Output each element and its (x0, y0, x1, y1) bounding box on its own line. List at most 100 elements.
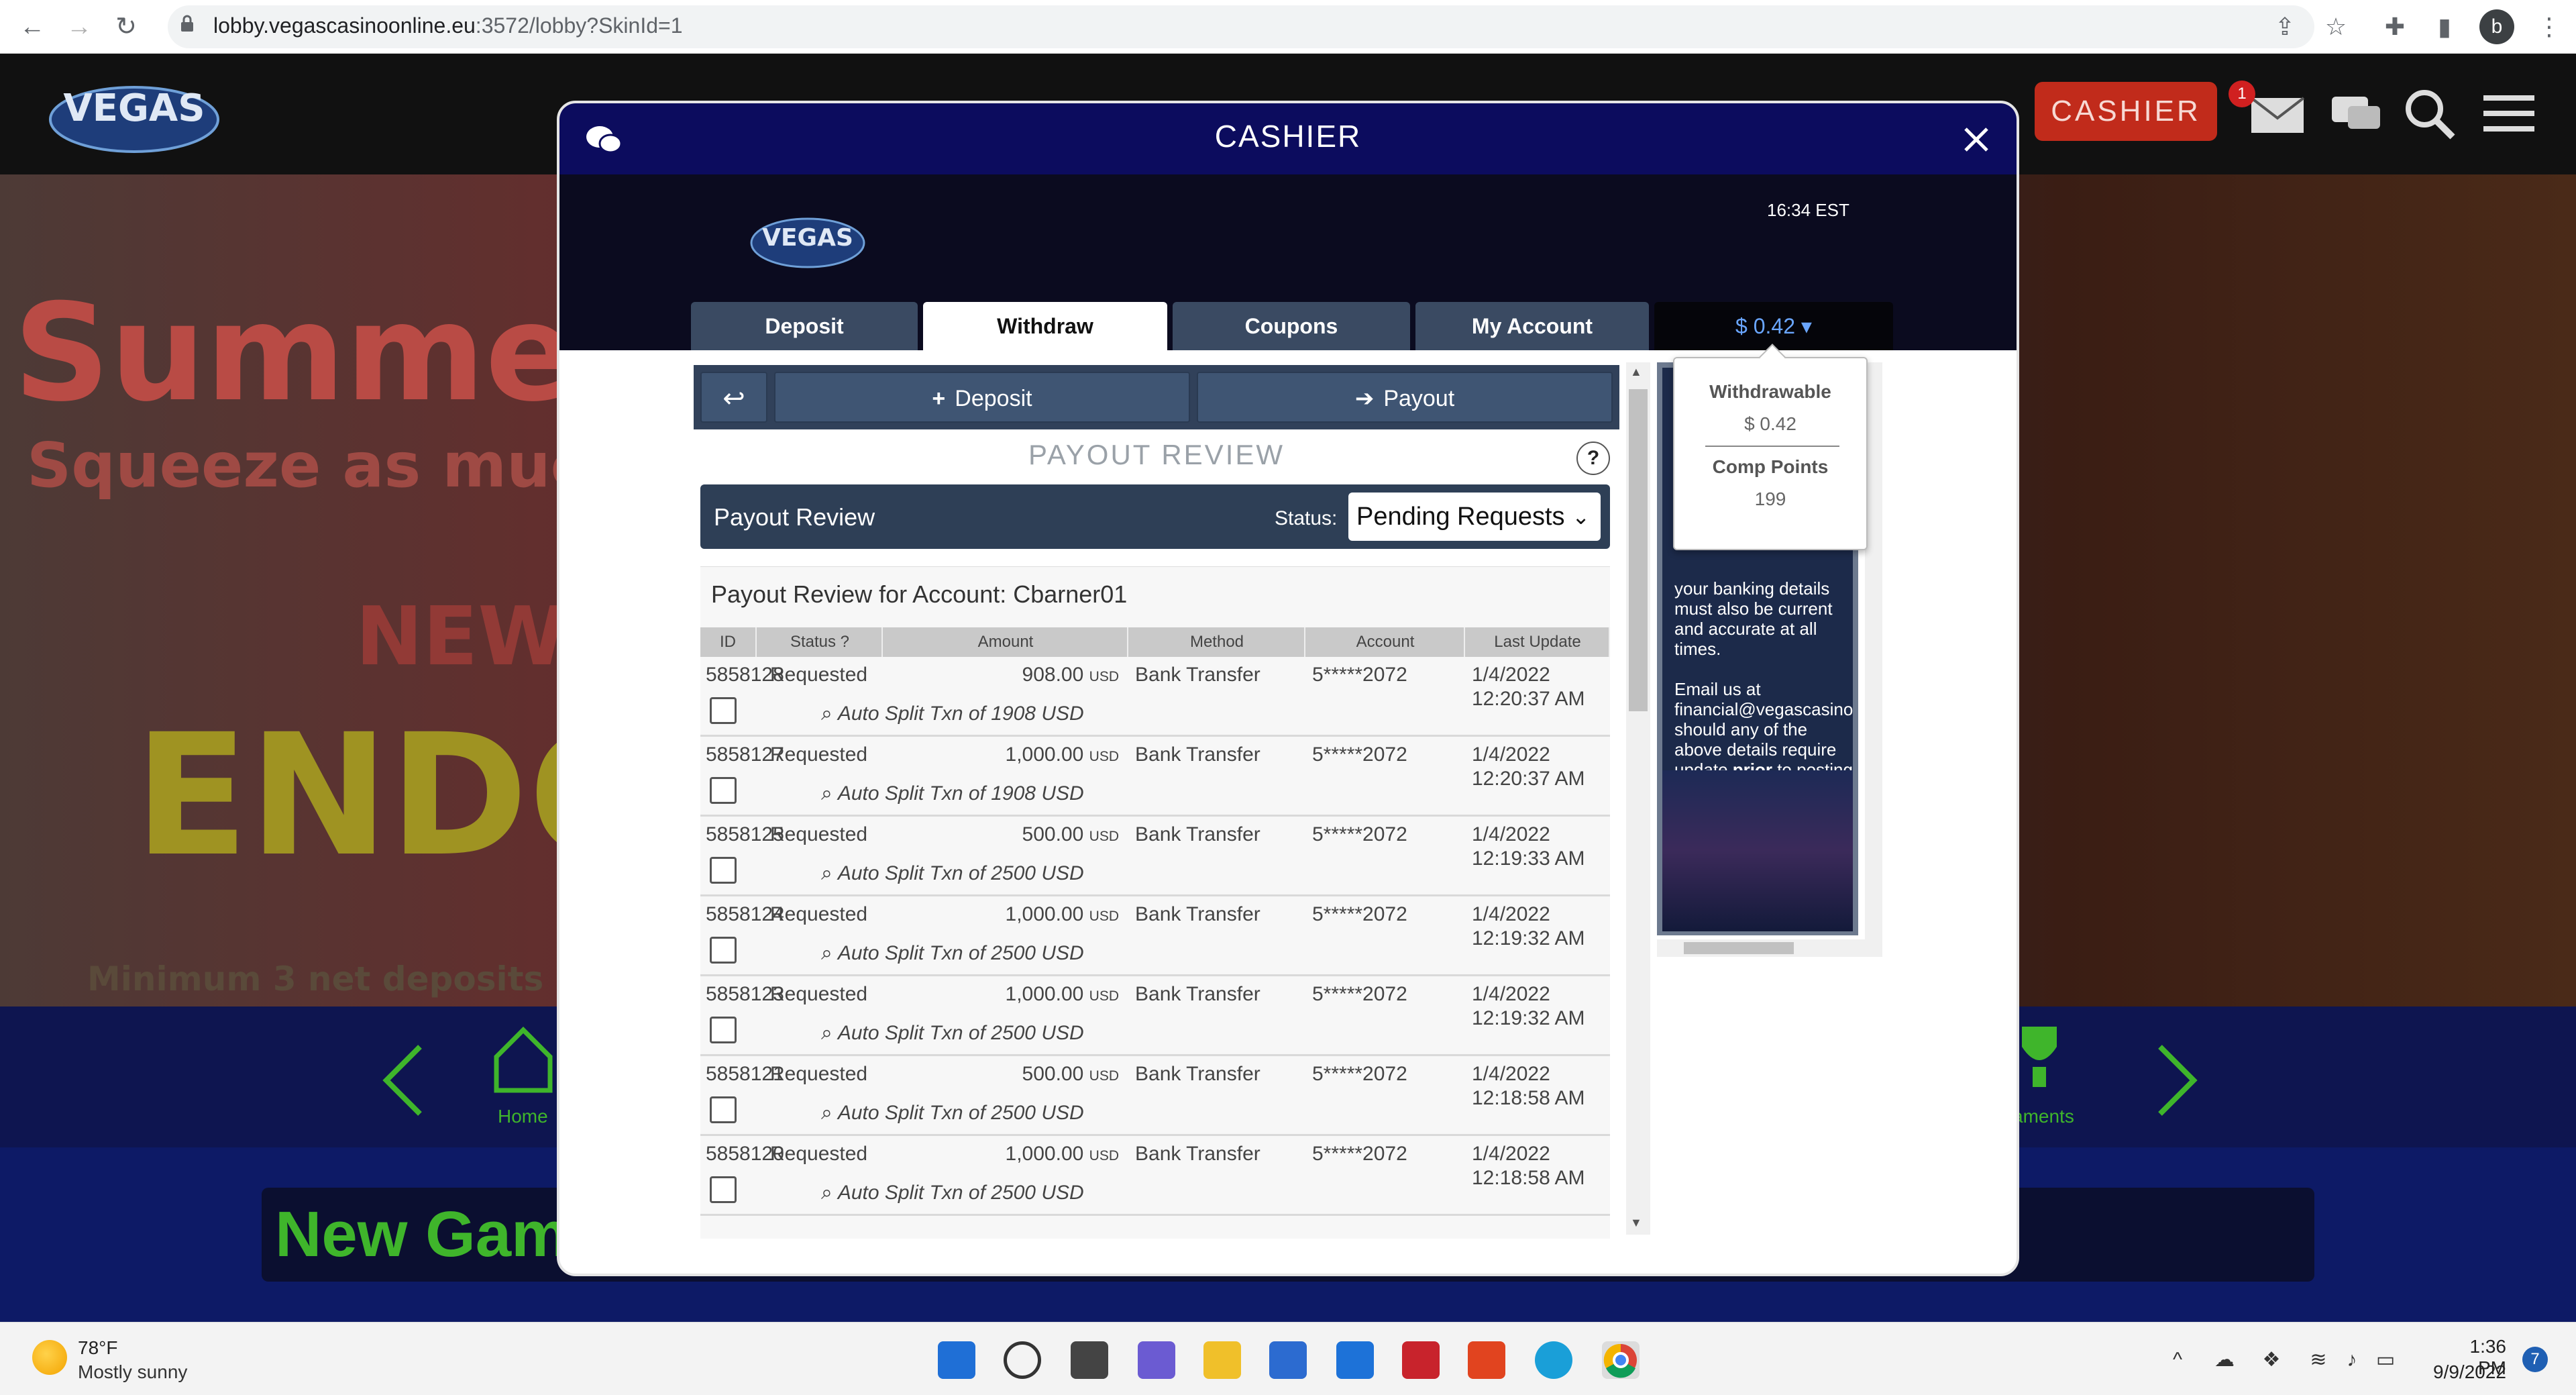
balance-dropdown[interactable]: $ 0.42 ▾ (1654, 302, 1893, 350)
edge-icon[interactable] (1535, 1341, 1572, 1379)
row-amount-value: 500.00 (1022, 823, 1084, 845)
caret-down-icon: ▾ (1801, 314, 1812, 338)
row-currency: USD (1089, 988, 1119, 1004)
col-id: ID (700, 627, 757, 657)
payout-action-bar: ↩ + Deposit ➔ Payout (694, 365, 1619, 429)
row-select-checkbox[interactable] (710, 857, 737, 884)
row-select-checkbox[interactable] (710, 1096, 737, 1123)
battery-icon[interactable]: ▭ (2372, 1347, 2399, 1374)
forward-icon[interactable]: → (63, 11, 95, 43)
magnifier-icon: ⌕ (821, 942, 833, 964)
row-time: 12:20:37 AM (1472, 688, 1585, 710)
table-row[interactable]: 5858121 Requested 500.00 USD Bank Transfer 5… (700, 1056, 1610, 1136)
row-currency: USD (1089, 829, 1119, 844)
row-account: 5*****2072 (1312, 664, 1407, 686)
weather-sun-icon[interactable] (32, 1340, 67, 1375)
back-icon[interactable]: ← (16, 11, 48, 43)
table-row[interactable]: 5858123 Requested 1,000.00 USD Bank Transfe… (700, 976, 1610, 1056)
file-explorer-icon[interactable] (1203, 1341, 1241, 1379)
row-status: Requested (770, 903, 868, 925)
table-scrollbar[interactable]: ▲ ▼ (1626, 362, 1650, 1235)
scrollbar-thumb[interactable] (1629, 389, 1648, 711)
row-select-checkbox[interactable] (710, 1017, 737, 1043)
info-panel-hscroll[interactable] (1657, 939, 1882, 957)
row-select-checkbox[interactable] (710, 937, 737, 964)
task-view-icon[interactable] (1071, 1341, 1108, 1379)
tray-chevron-up-icon[interactable]: ^ (2164, 1347, 2191, 1374)
tab-coupons[interactable]: Coupons (1173, 302, 1410, 350)
vegas-logo[interactable]: VEGAS (47, 74, 221, 161)
magnifier-icon: ⌕ (821, 1182, 833, 1204)
magnifier-icon: ⌕ (821, 782, 833, 805)
cashier-clock: 16:34 EST (1767, 200, 1849, 220)
bookmark-star-icon[interactable]: ☆ (2321, 12, 2351, 42)
chrome-icon[interactable] (1602, 1341, 1640, 1379)
table-row[interactable]: 5858128 Requested 908.00 USD Bank Transfer 5… (700, 657, 1610, 737)
hscroll-thumb[interactable] (1684, 942, 1794, 954)
lobby-cashier-button[interactable]: CASHIER (2035, 82, 2217, 141)
expressvpn-icon[interactable] (1402, 1341, 1440, 1379)
mail-app-icon[interactable] (1336, 1341, 1374, 1379)
nav-tournaments-label[interactable]: aments (2012, 1106, 2074, 1127)
balance-popover: Withdrawable $ 0.42 Comp Points 199 (1673, 344, 1868, 550)
help-icon[interactable]: ? (1576, 442, 1610, 475)
nav-home-label[interactable]: Home (498, 1106, 548, 1127)
store-icon[interactable] (1269, 1341, 1307, 1379)
onedrive-icon[interactable]: ☁ (2211, 1347, 2238, 1374)
deposit-action-button[interactable]: + Deposit (774, 372, 1190, 423)
wifi-icon[interactable]: ≋ (2305, 1347, 2332, 1374)
teams-chat-icon[interactable] (1138, 1341, 1175, 1379)
side-panel-icon[interactable]: ▮ (2430, 12, 2459, 42)
row-select-checkbox[interactable] (710, 697, 737, 724)
close-icon[interactable] (1960, 123, 1992, 156)
row-time: 12:20:37 AM (1472, 768, 1585, 790)
row-currency: USD (1089, 1068, 1119, 1084)
share-icon[interactable]: ⇪ (2270, 12, 2300, 42)
taskbar-date[interactable]: 9/9/2022 (2423, 1361, 2506, 1383)
row-currency: USD (1089, 909, 1119, 924)
scroll-up-icon[interactable]: ▲ (1630, 365, 1642, 379)
extensions-icon[interactable]: ✚ (2380, 12, 2410, 42)
row-select-checkbox[interactable] (710, 777, 737, 804)
notification-badge[interactable]: 7 (2522, 1347, 2548, 1372)
search-icon[interactable] (2399, 83, 2459, 144)
weather-desc[interactable]: Mostly sunny (78, 1361, 187, 1383)
status-bar-title: Payout Review (714, 503, 875, 531)
nav-left-arrow-icon[interactable] (373, 1040, 433, 1121)
volume-icon[interactable]: ♪ (2339, 1347, 2365, 1374)
url-text[interactable]: lobby.vegascasinoonline.eu:3572/lobby?Sk… (213, 13, 682, 38)
table-row[interactable]: 5858120 Requested 1,000.00 USD Bank Transfe… (700, 1136, 1610, 1216)
trophy-icon[interactable] (2012, 1020, 2066, 1094)
row-time: 12:19:33 AM (1472, 847, 1585, 870)
start-icon[interactable] (938, 1341, 975, 1379)
row-date: 1/4/2022 (1472, 983, 1550, 1005)
tab-my-account[interactable]: My Account (1415, 302, 1649, 350)
nav-right-arrow-icon[interactable] (2147, 1040, 2207, 1121)
reload-icon[interactable]: ↻ (110, 11, 142, 43)
status-select[interactable]: Pending Requests ⌄ (1348, 493, 1601, 541)
weather-temp[interactable]: 78°F (78, 1337, 117, 1359)
tab-deposit[interactable]: Deposit (691, 302, 918, 350)
table-row[interactable]: 5858125 Requested 500.00 USD Bank Transfer 5… (700, 817, 1610, 896)
row-amount: 1,000.00 USD (884, 903, 1119, 926)
search-taskbar-icon[interactable] (1004, 1341, 1041, 1379)
payout-action-button[interactable]: ➔ Payout (1197, 372, 1613, 423)
profile-avatar[interactable]: b (2479, 9, 2514, 44)
back-button[interactable]: ↩ (700, 372, 767, 423)
row-note: ⌕ Auto Split Txn of 2500 USD (821, 942, 1084, 965)
table-row[interactable]: 5858127 Requested 1,000.00 USD Bank Transfe… (700, 737, 1610, 817)
withdrawable-label: Withdrawable (1709, 381, 1831, 402)
dropbox-icon[interactable]: ❖ (2258, 1347, 2285, 1374)
scroll-down-icon[interactable]: ▼ (1630, 1216, 1642, 1230)
row-select-checkbox[interactable] (710, 1176, 737, 1203)
tab-withdraw[interactable]: Withdraw (923, 302, 1167, 350)
table-row[interactable]: 5858124 Requested 1,000.00 USD Bank Transfe… (700, 896, 1610, 976)
home-icon[interactable] (490, 1020, 557, 1100)
chat-icon[interactable] (2325, 83, 2385, 144)
mail-icon[interactable] (2247, 83, 2308, 144)
row-note: ⌕ Auto Split Txn of 1908 USD (821, 782, 1084, 805)
hamburger-menu-icon[interactable] (2478, 83, 2538, 144)
menu-dots-icon[interactable]: ⋮ (2534, 12, 2564, 42)
office-icon[interactable] (1468, 1341, 1505, 1379)
row-note: ⌕ Auto Split Txn of 2500 USD (821, 1182, 1084, 1204)
